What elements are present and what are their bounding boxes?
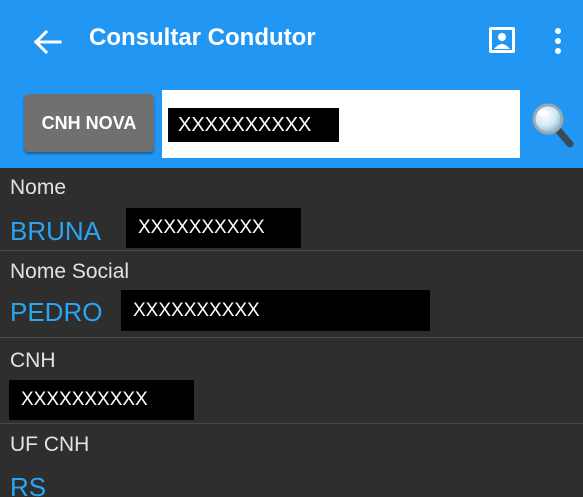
redacted-value: XXXXXXXXXX xyxy=(9,380,194,420)
field-nome-social: Nome Social PEDRO XXXXXXXXXX xyxy=(0,251,583,333)
field-label: UF CNH xyxy=(10,433,90,456)
field-uf-cnh: UF CNH RS xyxy=(0,424,583,497)
redacted-value: XXXXXXXXXX xyxy=(121,290,430,331)
field-value: PEDRO xyxy=(10,297,103,327)
field-label: CNH xyxy=(10,349,56,372)
page-title: Consultar Condutor xyxy=(89,24,316,51)
field-value: BRUNA xyxy=(10,216,102,246)
redacted-value: XXXXXXXXXX xyxy=(126,208,301,248)
search-input[interactable]: XXXXXXXXXX xyxy=(162,90,520,158)
magnifier-icon[interactable] xyxy=(528,100,576,150)
driver-details: Nome BRUNA XXXXXXXXXX Nome Social PEDRO … xyxy=(0,168,583,497)
app-screen: Consultar Condutor CNH NOVA XXXXXXXXXX N… xyxy=(0,0,583,497)
field-label: Nome Social xyxy=(10,260,130,283)
contact-card-icon[interactable] xyxy=(487,25,517,55)
field-label: Nome xyxy=(10,176,67,199)
field-nome: Nome BRUNA XXXXXXXXXX xyxy=(0,168,583,250)
document-type-button[interactable]: CNH NOVA xyxy=(24,94,154,152)
search-input-value: XXXXXXXXXX xyxy=(168,108,339,142)
field-cnh: CNH XXXXXXXXXX xyxy=(0,338,583,422)
field-value: RS xyxy=(10,472,47,497)
app-bar: Consultar Condutor xyxy=(0,0,583,82)
more-vert-icon[interactable] xyxy=(544,25,572,57)
back-arrow-icon[interactable] xyxy=(28,22,68,62)
search-bar: CNH NOVA XXXXXXXXXX xyxy=(0,82,583,168)
